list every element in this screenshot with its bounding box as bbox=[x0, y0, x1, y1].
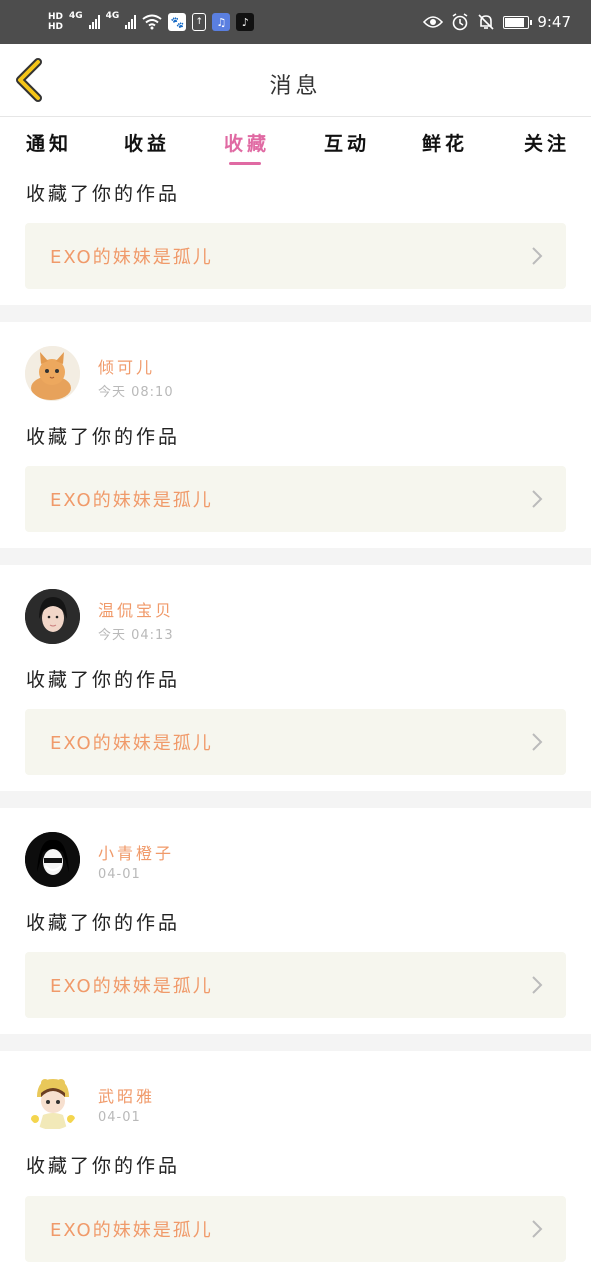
username[interactable]: 倾可儿 bbox=[98, 354, 155, 378]
status-bar: HD HD 4G 4G 🐾 ↑ ♫ ♪ 9:47 bbox=[0, 0, 591, 44]
message-action-text: 收藏了你的作品 bbox=[26, 669, 181, 691]
avatar[interactable] bbox=[25, 1075, 80, 1130]
divider bbox=[0, 1034, 591, 1051]
work-title: EXO的妹妹是孤儿 bbox=[50, 490, 213, 511]
page-title: 消息 bbox=[269, 74, 322, 99]
work-title: EXO的妹妹是孤儿 bbox=[50, 247, 213, 268]
mute-icon bbox=[478, 14, 494, 30]
music-icon: ♫ bbox=[212, 13, 231, 31]
message-action-text: 收藏了你的作品 bbox=[26, 1155, 181, 1177]
upload-icon: ↑ bbox=[192, 13, 207, 31]
chevron-right-icon bbox=[532, 976, 543, 994]
divider bbox=[0, 548, 591, 565]
network-type-2: 4G bbox=[105, 11, 120, 21]
message-action-text: 收藏了你的作品 bbox=[26, 426, 181, 448]
tab-earnings[interactable]: 收益 bbox=[124, 129, 170, 156]
app-header: 消息 bbox=[0, 44, 591, 117]
wifi-icon bbox=[142, 14, 162, 30]
timestamp: 04-01 bbox=[98, 867, 141, 882]
tab-following[interactable]: 关注 bbox=[524, 129, 570, 156]
tab-bar: 通知 收益 收藏 互动 鲜花 关注 bbox=[0, 117, 591, 167]
work-card[interactable]: EXO的妹妹是孤儿 bbox=[25, 466, 566, 532]
hd-label-top: HD bbox=[48, 12, 64, 22]
baidu-icon: 🐾 bbox=[168, 13, 187, 31]
status-right: 9:47 bbox=[423, 6, 571, 38]
work-card[interactable]: EXO的妹妹是孤儿 bbox=[25, 1196, 566, 1262]
chevron-right-icon bbox=[532, 1220, 543, 1238]
chevron-right-icon bbox=[532, 490, 543, 508]
signal-icon bbox=[88, 15, 100, 29]
message-list[interactable]: 收藏了你的作品 EXO的妹妹是孤儿 倾可儿 今天 08:10 收藏了你的作品 E… bbox=[0, 167, 591, 1280]
divider bbox=[0, 305, 591, 322]
message-action-text: 收藏了你的作品 bbox=[26, 912, 181, 934]
timestamp: 04-01 bbox=[98, 1110, 141, 1125]
timestamp: 今天 08:10 bbox=[98, 385, 174, 400]
work-title: EXO的妹妹是孤儿 bbox=[50, 1220, 213, 1241]
work-card[interactable]: EXO的妹妹是孤儿 bbox=[25, 709, 566, 775]
work-title: EXO的妹妹是孤儿 bbox=[50, 733, 213, 754]
username[interactable]: 小青橙子 bbox=[98, 840, 174, 864]
hd-icon: HD HD bbox=[48, 12, 63, 32]
tab-notifications[interactable]: 通知 bbox=[26, 129, 72, 156]
avatar[interactable] bbox=[25, 589, 80, 644]
username[interactable]: 武昭雅 bbox=[98, 1083, 155, 1107]
avatar[interactable] bbox=[25, 832, 80, 887]
alarm-icon bbox=[452, 13, 468, 31]
status-left: HD HD 4G 4G 🐾 ↑ ♫ ♪ bbox=[48, 6, 255, 38]
network-type-1: 4G bbox=[69, 11, 83, 21]
timestamp: 今天 04:13 bbox=[98, 628, 174, 643]
tab-flowers[interactable]: 鲜花 bbox=[422, 129, 468, 156]
work-card[interactable]: EXO的妹妹是孤儿 bbox=[25, 223, 566, 289]
avatar[interactable] bbox=[25, 346, 80, 401]
tab-favorites[interactable]: 收藏 bbox=[224, 129, 270, 156]
work-title: EXO的妹妹是孤儿 bbox=[50, 976, 213, 997]
tiktok-icon: ♪ bbox=[236, 13, 255, 31]
chevron-right-icon bbox=[532, 247, 543, 265]
eye-icon bbox=[423, 16, 444, 28]
message-action-text: 收藏了你的作品 bbox=[26, 183, 181, 205]
username[interactable]: 温侃宝贝 bbox=[98, 597, 174, 621]
work-card[interactable]: EXO的妹妹是孤儿 bbox=[25, 952, 566, 1018]
signal-icon-2 bbox=[125, 15, 137, 29]
chevron-right-icon bbox=[532, 733, 543, 751]
tab-interactions[interactable]: 互动 bbox=[324, 129, 370, 156]
hd-label-bottom: HD bbox=[48, 22, 64, 32]
tab-active-indicator bbox=[229, 162, 261, 165]
divider bbox=[0, 791, 591, 808]
battery-icon bbox=[503, 15, 533, 29]
clock: 9:47 bbox=[537, 13, 571, 31]
